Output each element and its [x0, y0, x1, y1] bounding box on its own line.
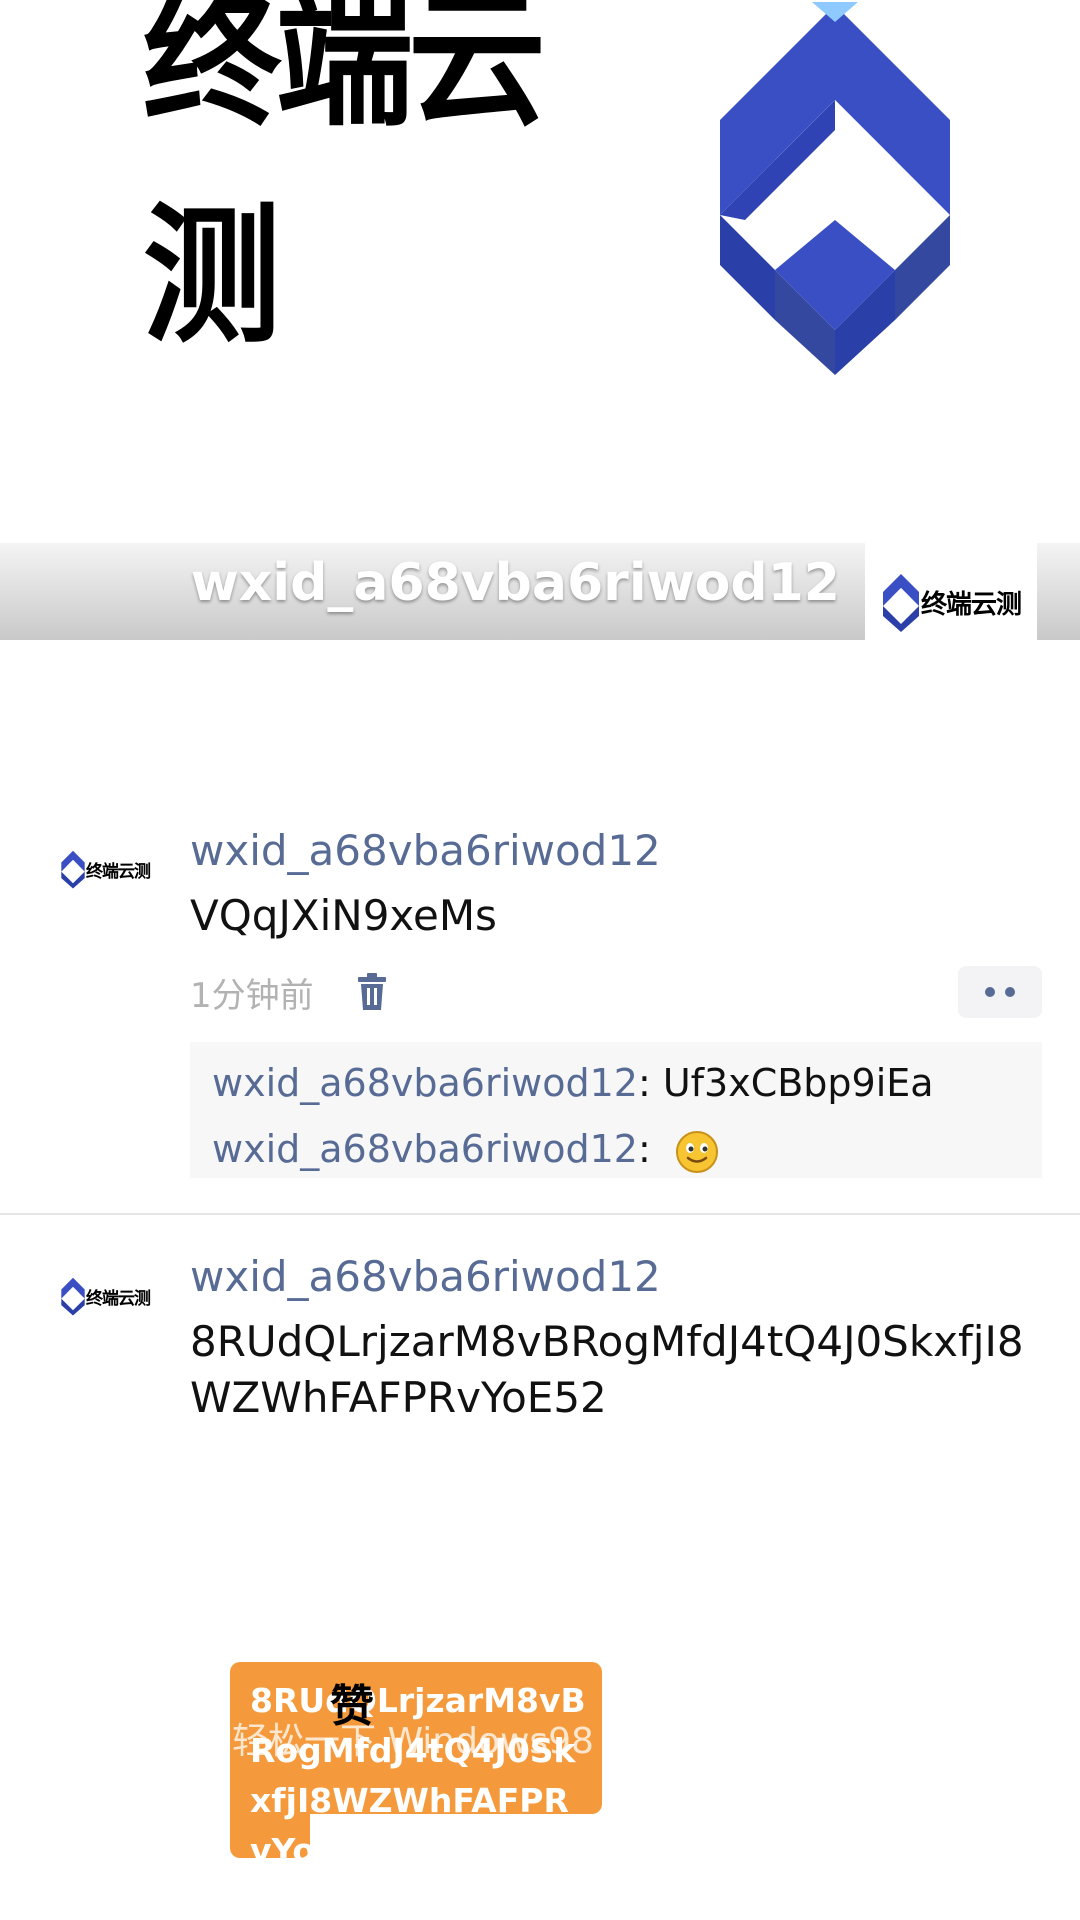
brand-logo-icon [61, 1277, 85, 1316]
comment-author[interactable]: wxid_a68vba6riwod12 [212, 1127, 638, 1171]
profile-avatar[interactable]: 终端云测 [865, 543, 1037, 661]
brand-mark: 终端云测 [881, 572, 1022, 632]
comment-row[interactable]: wxid_a68vba6riwod12: [212, 1116, 1020, 1182]
cover-logo-icon [720, 2, 950, 375]
profile-nickname[interactable]: wxid_a68vba6riwod12 [191, 548, 840, 618]
floating-bubble-text: 8RUdQLrjzarM8vBRogMfdJ4tQ4J0SkxfjI8WZWhF… [250, 1681, 586, 1870]
brand-logo-icon [882, 574, 919, 632]
comment-author[interactable]: wxid_a68vba6riwod12 [212, 1061, 638, 1105]
brand-text: 终端云测 [86, 1288, 151, 1309]
post-author[interactable]: wxid_a68vba6riwod12 [190, 826, 661, 875]
more-dot-icon [1005, 987, 1015, 997]
comment-text: Uf3xCBbp9iEa [662, 1061, 934, 1105]
brand-logo-icon [61, 850, 85, 889]
comment-row[interactable]: wxid_a68vba6riwod12: Uf3xCBbp9iEa [212, 1050, 1020, 1116]
post-time: 1分钟前 [190, 976, 314, 1016]
cover-logo-text: 终端云测 [143, 0, 546, 364]
comment-separator: : [637, 1061, 663, 1105]
brand-mark: 终端云测 [60, 1274, 175, 1318]
brand-text: 终端云测 [920, 589, 1022, 620]
more-actions-button[interactable] [958, 966, 1042, 1018]
post-avatar[interactable]: 终端云测 [60, 847, 175, 927]
like-badge: 赞 [330, 1681, 374, 1732]
post-avatar[interactable]: 终端云测 [60, 1274, 175, 1354]
post-text: 8RUdQLrjzarM8vBRogMfdJ4tQ4J0SkxfjI8WZWhF… [190, 1317, 1024, 1422]
smile-emoji-icon [675, 1130, 718, 1173]
post-text: VQqJXiN9xeMs [190, 891, 497, 940]
post-author[interactable]: wxid_a68vba6riwod12 [190, 1252, 661, 1301]
trash-icon[interactable] [355, 973, 389, 1011]
more-dot-icon [985, 987, 995, 997]
brand-mark: 终端云测 [60, 847, 175, 891]
brand-text: 终端云测 [86, 861, 151, 882]
comment-separator: : [637, 1127, 663, 1171]
post-divider [0, 1213, 1080, 1215]
comments-box: wxid_a68vba6riwod12: Uf3xCBbp9iEa wxid_a… [190, 1042, 1042, 1178]
